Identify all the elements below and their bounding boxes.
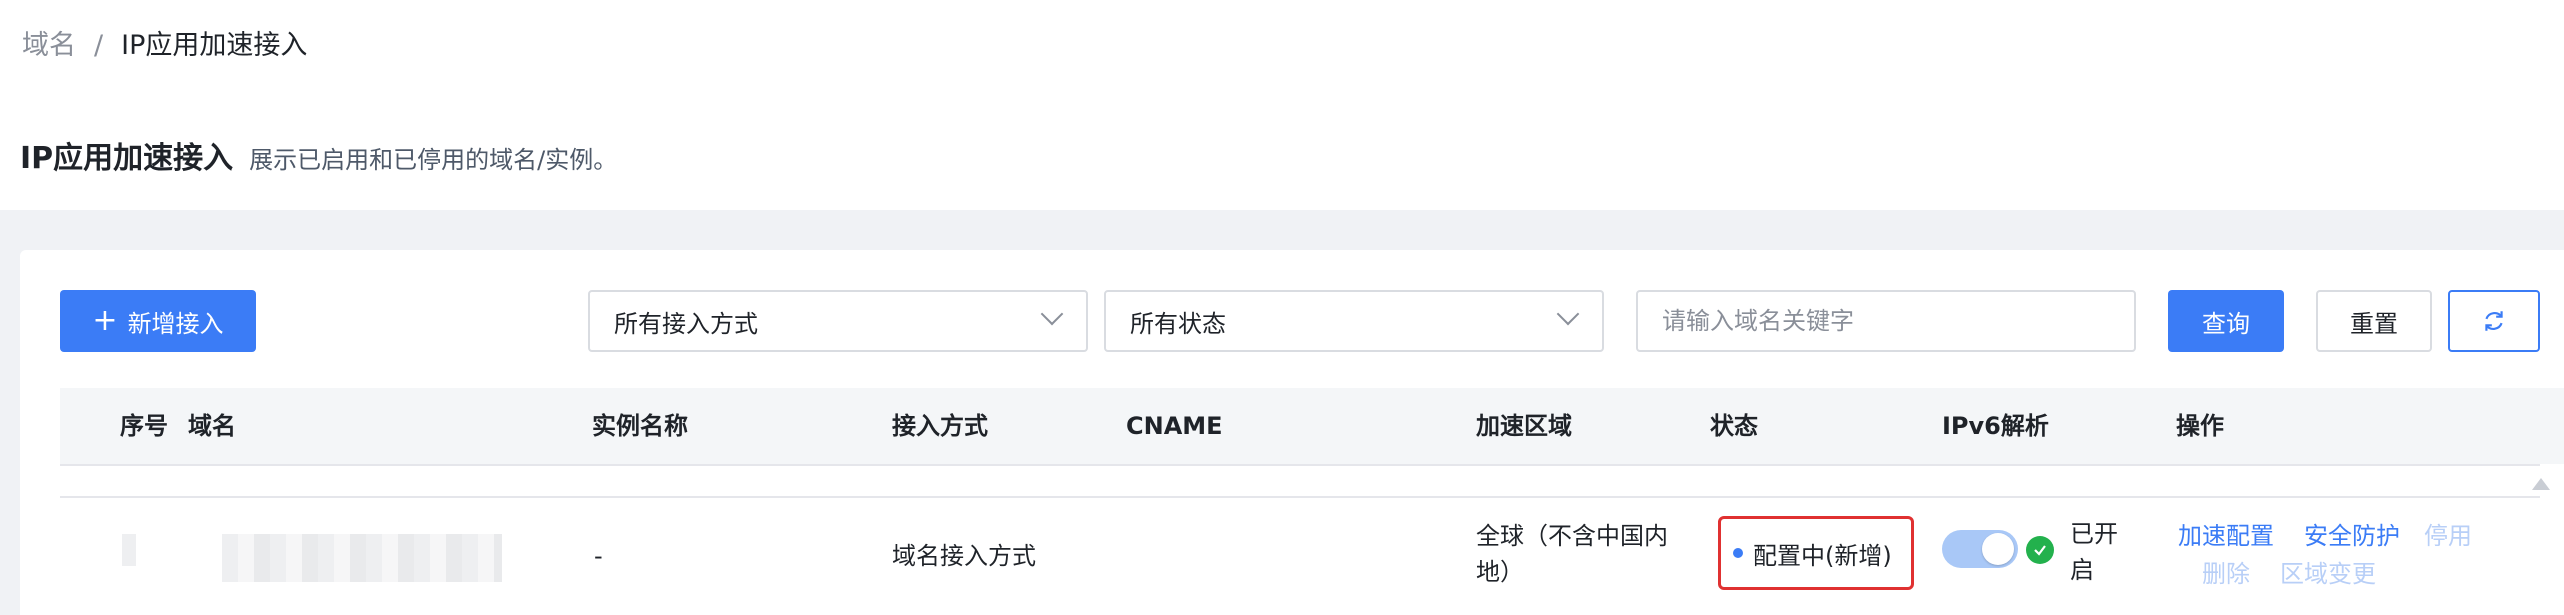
accel-config-link[interactable]: 加速配置 bbox=[2178, 518, 2274, 554]
row-ipv6-status: 已开启 bbox=[2070, 520, 2118, 584]
column-header-domain: 域名 bbox=[188, 412, 236, 440]
page-title: IP应用加速接入 bbox=[20, 141, 234, 176]
status-dot-icon bbox=[1733, 548, 1743, 558]
row-access-method: 域名接入方式 bbox=[892, 542, 1036, 570]
toggle-knob bbox=[1982, 533, 2014, 565]
row-instance: - bbox=[594, 542, 603, 570]
domain-search-input[interactable] bbox=[1636, 290, 2136, 352]
title-row: IP应用加速接入 展示已启用和已停用的域名/实例。 bbox=[20, 140, 617, 182]
breadcrumb: 域名 / IP应用加速接入 bbox=[22, 28, 307, 64]
breadcrumb-parent[interactable]: 域名 bbox=[22, 30, 76, 61]
column-header-region: 加速区域 bbox=[1476, 412, 1572, 440]
region-change-link[interactable]: 区域变更 bbox=[2280, 556, 2376, 592]
column-header-actions: 操作 bbox=[2176, 412, 2224, 440]
security-link[interactable]: 安全防护 bbox=[2304, 518, 2400, 554]
column-header-index: 序号 bbox=[120, 412, 168, 440]
table-row: - 域名接入方式 全球（不含中国内地） 配置中(新增) 已开启 加速配置 安全防… bbox=[60, 498, 2540, 612]
delete-link[interactable]: 删除 bbox=[2202, 556, 2250, 592]
breadcrumb-separator: / bbox=[94, 30, 104, 61]
page-header: 域名 / IP应用加速接入 IP应用加速接入 展示已启用和已停用的域名/实例。 bbox=[0, 0, 2564, 210]
query-button-label: 查询 bbox=[2202, 309, 2250, 338]
refresh-button[interactable] bbox=[2448, 290, 2540, 352]
status-select-value: 所有状态 bbox=[1130, 309, 1226, 338]
access-method-select-value: 所有接入方式 bbox=[614, 309, 758, 338]
table-header: 序号 域名 实例名称 接入方式 CNAME 加速区域 状态 IPv6解析 操作 bbox=[60, 388, 2564, 464]
column-header-ipv6: IPv6解析 bbox=[1942, 412, 2049, 440]
disable-link[interactable]: 停用 bbox=[2424, 518, 2472, 554]
reset-button[interactable]: 重置 bbox=[2316, 290, 2432, 352]
row-domain-redacted bbox=[222, 534, 502, 582]
column-header-access: 接入方式 bbox=[892, 412, 988, 440]
access-method-select[interactable]: 所有接入方式 bbox=[588, 290, 1088, 352]
column-header-status: 状态 bbox=[1710, 412, 1758, 440]
breadcrumb-current: IP应用加速接入 bbox=[121, 30, 308, 61]
status-badge: 配置中(新增) bbox=[1718, 516, 1914, 590]
page-description: 展示已启用和已停用的域名/实例。 bbox=[249, 146, 618, 174]
scroll-up-arrow-icon[interactable] bbox=[2532, 478, 2550, 490]
add-access-button[interactable]: + 新增接入 bbox=[60, 290, 256, 352]
add-access-label: 新增接入 bbox=[127, 309, 224, 338]
row-status: 配置中(新增) bbox=[1753, 541, 1892, 570]
refresh-icon bbox=[2485, 311, 2503, 331]
row-index-redacted bbox=[122, 534, 136, 566]
ipv6-toggle[interactable] bbox=[1942, 530, 2018, 568]
status-select[interactable]: 所有状态 bbox=[1104, 290, 1604, 352]
plus-icon: + bbox=[92, 303, 118, 338]
row-region: 全球（不含中国内地） bbox=[1476, 522, 1668, 586]
table-card: + 新增接入 所有接入方式 所有状态 查询 重置 序号 域名 实例名称 接入方式… bbox=[20, 250, 2564, 615]
divider bbox=[60, 464, 2540, 466]
column-header-instance: 实例名称 bbox=[592, 412, 688, 440]
chevron-down-icon bbox=[1040, 302, 1064, 326]
query-button[interactable]: 查询 bbox=[2168, 290, 2284, 352]
column-header-cname: CNAME bbox=[1126, 412, 1223, 440]
check-circle-icon bbox=[2026, 536, 2054, 564]
reset-button-label: 重置 bbox=[2350, 309, 2398, 338]
chevron-down-icon bbox=[1556, 302, 1580, 326]
